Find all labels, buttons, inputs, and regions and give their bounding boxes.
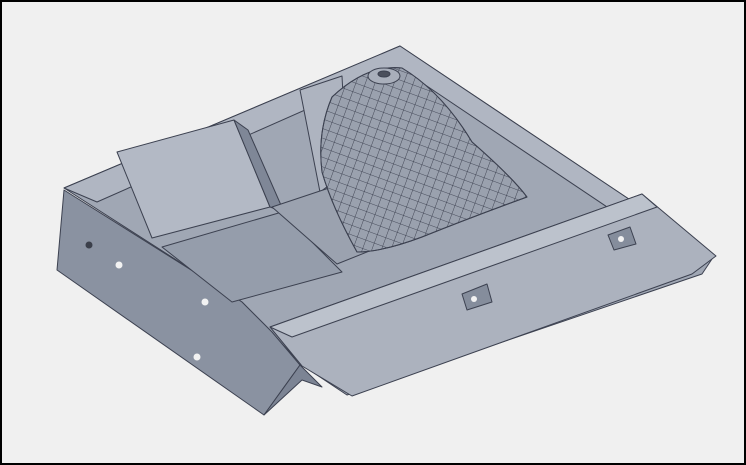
cad-model[interactable] bbox=[2, 2, 744, 463]
hole bbox=[85, 241, 93, 249]
hole bbox=[201, 298, 209, 306]
hole bbox=[193, 353, 201, 361]
hole bbox=[618, 236, 624, 242]
hole bbox=[471, 296, 477, 302]
cad-viewport[interactable] bbox=[0, 0, 746, 465]
hole bbox=[115, 261, 123, 269]
